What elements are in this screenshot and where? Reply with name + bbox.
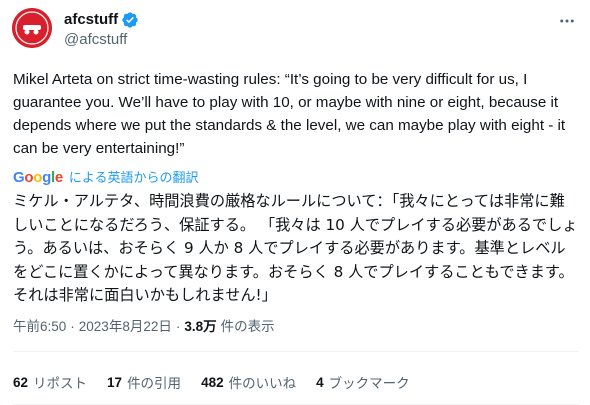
name-row: afcstuff	[64, 10, 139, 30]
google-logo: Google	[13, 168, 63, 188]
engagement-stats: 62 リポスト 17 件の引用 482 件のいいね 4 ブックマーク	[13, 372, 430, 392]
tweet-time[interactable]: 午前6:50	[13, 317, 66, 337]
more-options-icon[interactable]	[556, 10, 578, 32]
cannon-logo-icon	[12, 8, 52, 48]
quotes-count: 17	[107, 374, 123, 390]
likes-stat[interactable]: 482 件のいいね	[201, 372, 296, 392]
bookmarks-label: ブックマーク	[328, 376, 410, 391]
reposts-label: リポスト	[33, 376, 88, 391]
google-logo-letter: g	[42, 169, 51, 186]
verified-badge-icon	[121, 11, 139, 29]
tweet-text: Mikel Arteta on strict time-wasting rule…	[13, 71, 566, 157]
google-logo-letter: o	[24, 169, 34, 186]
likes-label: 件のいいね	[228, 376, 297, 391]
translation-attribution: Google による英語からの翻訳	[13, 168, 199, 188]
likes-count: 482	[201, 374, 224, 390]
quotes-stat[interactable]: 17 件の引用	[107, 372, 181, 392]
quotes-label: 件の引用	[127, 376, 182, 391]
views-label: 件の表示	[220, 319, 275, 334]
translated-text: ミケル・アルテタ、時間浪費の厳格なルールについて：「我々にとっては非常に難しいこ…	[13, 192, 578, 304]
display-name[interactable]: afcstuff	[64, 10, 118, 30]
tweet-header: afcstuff @afcstuff	[12, 8, 578, 56]
translation-label[interactable]: による英語からの翻訳	[69, 168, 199, 188]
avatar[interactable]	[12, 8, 52, 48]
meta-separator: ·	[70, 319, 75, 334]
views-count: 3.8万	[184, 319, 217, 334]
tweet-meta: 午前6:50 · 2023年8月22日 · 3.8万 件の表示	[13, 317, 275, 337]
bookmarks-count: 4	[316, 374, 324, 390]
divider	[13, 351, 579, 352]
reposts-count: 62	[13, 374, 29, 390]
bookmarks-stat[interactable]: 4 ブックマーク	[316, 372, 410, 392]
google-logo-letter: o	[33, 169, 43, 186]
google-logo-letter: e	[54, 169, 63, 186]
reposts-stat[interactable]: 62 リポスト	[13, 372, 87, 392]
tweet-date[interactable]: 2023年8月22日	[79, 317, 172, 337]
google-logo-letter: G	[13, 169, 25, 186]
handle[interactable]: @afcstuff	[64, 30, 127, 50]
meta-separator: ·	[175, 319, 181, 334]
